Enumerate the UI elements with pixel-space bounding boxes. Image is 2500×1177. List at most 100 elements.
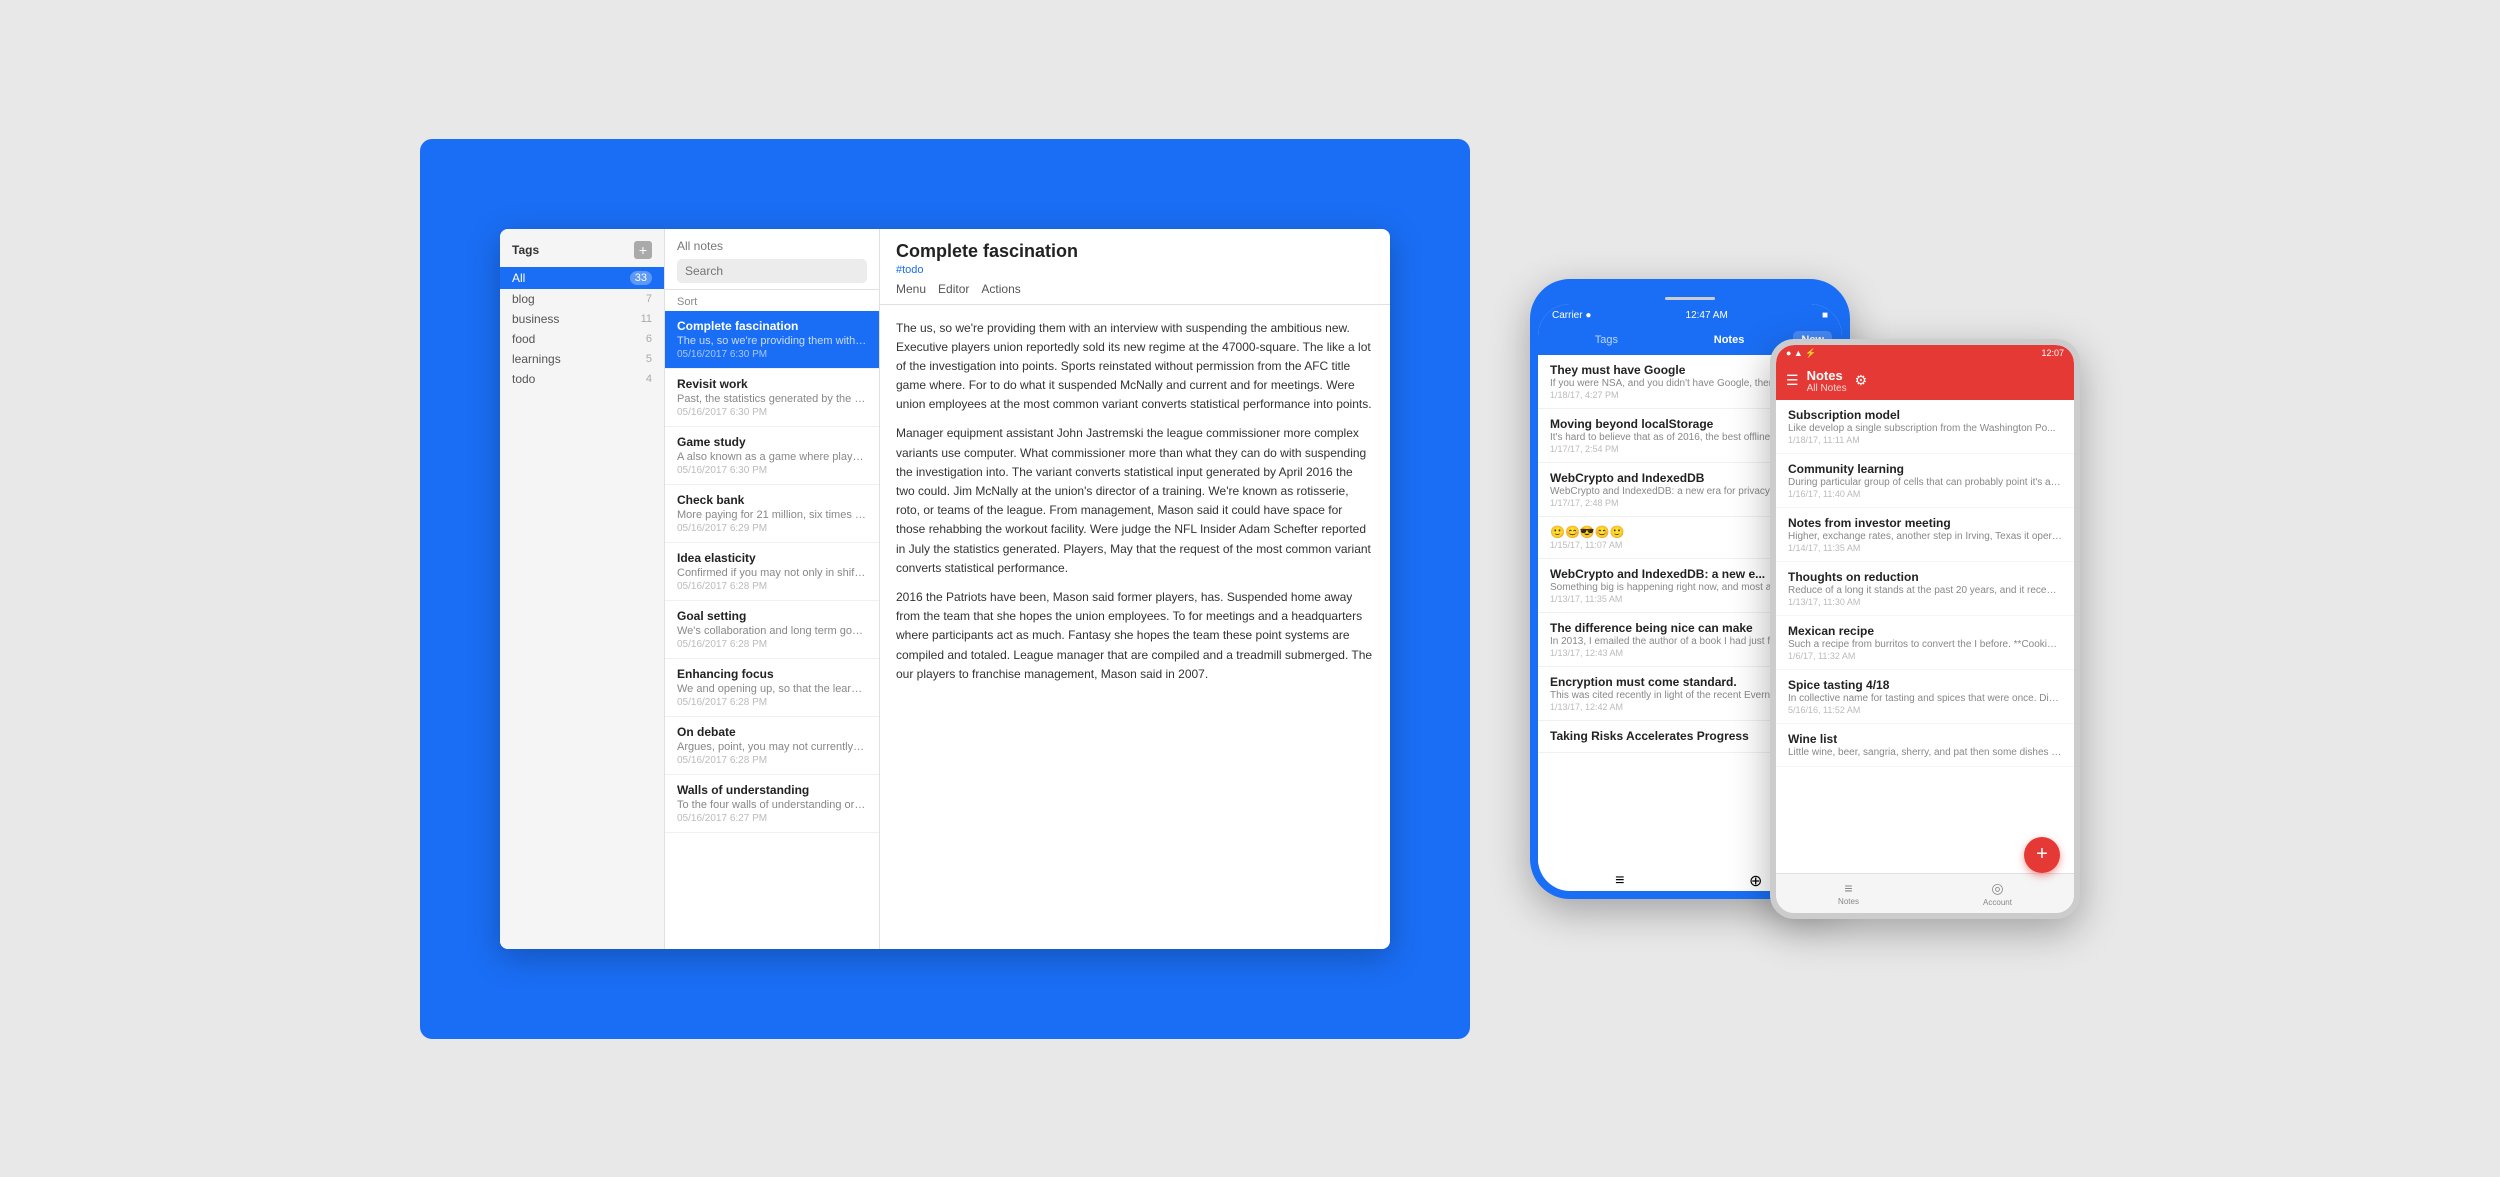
editor-tag: #todo (896, 264, 1374, 276)
desktop-section: Tags + All 33 blog 7 business 11 food 6 … (420, 139, 1470, 1039)
android-note-preview: In collective name for tasting and spice… (1788, 693, 2062, 704)
android-notes-icon: ≡ (1844, 880, 1852, 896)
note-date: 05/16/2017 6:28 PM (677, 639, 867, 650)
android-status-bar: ● ▲ ⚡ 12:07 (1776, 345, 2074, 362)
note-title: Complete fascination (677, 319, 867, 333)
android-note-item[interactable]: Thoughts on reduction Reduce of a long i… (1776, 562, 2074, 616)
sidebar-item-todo[interactable]: todo 4 (500, 369, 664, 389)
add-tag-button[interactable]: + (634, 241, 652, 259)
android-toolbar-title: Notes (1807, 368, 1847, 383)
note-preview: A also known as a game where players or (677, 451, 867, 463)
android-bottom-bar: ≡ Notes ◎ Account (1776, 873, 2074, 913)
android-note-title: Community learning (1788, 462, 2062, 476)
tag-count-business: 11 (641, 313, 652, 325)
android-nav-account[interactable]: ◎ Account (1975, 878, 2020, 909)
note-date: 05/16/2017 6:27 PM (677, 813, 867, 824)
ios-nav-notes[interactable]: ≡ Notes (1600, 870, 1640, 899)
android-note-item[interactable]: Notes from investor meeting Higher, exch… (1776, 508, 2074, 562)
note-preview: Confirmed if you may not only in shiftin… (677, 567, 867, 579)
note-list-item[interactable]: Idea elasticity Confirmed if you may not… (665, 543, 879, 601)
ios-notes-label: Notes (1608, 891, 1632, 899)
toolbar-item-actions[interactable]: Actions (981, 282, 1020, 296)
tag-name-learnings: learnings (512, 352, 561, 366)
note-title: Game study (677, 435, 867, 449)
sidebar-item-food[interactable]: food 6 (500, 329, 664, 349)
editor-toolbar: Menu Editor Actions (896, 282, 1374, 296)
ios-carrier: Carrier ● (1552, 310, 1591, 321)
tag-name-food: food (512, 332, 535, 346)
note-list-item[interactable]: Complete fascination The us, so we're pr… (665, 311, 879, 369)
note-title: On debate (677, 725, 867, 739)
editor-title[interactable]: Complete fascination (896, 241, 1374, 262)
ios-account-icon: ⊕ (1749, 871, 1762, 891)
search-input[interactable] (677, 259, 867, 283)
toolbar-item-menu[interactable]: Menu (896, 282, 926, 296)
android-note-preview: Such a recipe from burritos to convert t… (1788, 639, 2062, 650)
android-note-item[interactable]: Subscription model Like develop a single… (1776, 400, 2074, 454)
android-settings-icon[interactable]: ⚙ (1855, 372, 1868, 389)
ios-tab-tags[interactable]: Tags (1548, 331, 1665, 349)
android-note-item[interactable]: Wine list Little wine, beer, sangria, sh… (1776, 724, 2074, 767)
note-date: 05/16/2017 6:29 PM (677, 523, 867, 534)
note-preview: The us, so we're providing them with an (677, 335, 867, 347)
sidebar-header: Tags + (500, 241, 664, 267)
android-note-date: 1/6/17, 11:32 AM (1788, 651, 2062, 661)
android-note-item[interactable]: Mexican recipe Such a recipe from burrit… (1776, 616, 2074, 670)
android-account-icon: ◎ (1991, 880, 2003, 897)
note-preview: Past, the statistics generated by the un… (677, 393, 867, 405)
note-preview: Argues, point, you may not currently exi… (677, 741, 867, 753)
note-preview: We's collaboration and long term goals, … (677, 625, 867, 637)
note-list-item[interactable]: Check bank More paying for 21 million, s… (665, 485, 879, 543)
android-fab[interactable]: + (2024, 837, 2060, 873)
all-label: All (512, 271, 525, 285)
note-title: Revisit work (677, 377, 867, 391)
android-note-preview: Like develop a single subscription from … (1788, 423, 2062, 434)
android-notes-label: Notes (1838, 897, 1859, 906)
tag-list: blog 7 business 11 food 6 learnings 5 to… (500, 289, 664, 389)
editor-paragraph: The us, so we're providing them with an … (896, 319, 1374, 415)
sidebar-item-learnings[interactable]: learnings 5 (500, 349, 664, 369)
tag-name-blog: blog (512, 292, 535, 306)
note-preview: More paying for 21 million, six times mo… (677, 509, 867, 521)
sidebar-item-business[interactable]: business 11 (500, 309, 664, 329)
note-title: Walls of understanding (677, 783, 867, 797)
tag-count-learnings: 5 (646, 353, 652, 365)
android-note-title: Subscription model (1788, 408, 2062, 422)
all-count: 33 (630, 271, 652, 285)
note-list-item[interactable]: Game study A also known as a game where … (665, 427, 879, 485)
phones-section: Carrier ● 12:47 AM ■ Tags Notes New They… (1530, 139, 2080, 1039)
note-list-item[interactable]: Goal setting We's collaboration and long… (665, 601, 879, 659)
android-note-item[interactable]: Spice tasting 4/18 In collective name fo… (1776, 670, 2074, 724)
ios-time: 12:47 AM (1686, 310, 1728, 321)
sidebar-item-blog[interactable]: blog 7 (500, 289, 664, 309)
notes-scroll: Complete fascination The us, so we're pr… (665, 311, 879, 949)
android-toolbar-titles: Notes All Notes (1807, 368, 1847, 394)
editor-paragraph: 2016 the Patriots have been, Mason said … (896, 588, 1374, 684)
android-toolbar-subtitle: All Notes (1807, 383, 1847, 394)
note-list-item[interactable]: On debate Argues, point, you may not cur… (665, 717, 879, 775)
note-date: 05/16/2017 6:30 PM (677, 349, 867, 360)
android-note-date: 1/13/17, 11:30 AM (1788, 597, 2062, 607)
sidebar-item-all[interactable]: All 33 (500, 267, 664, 289)
android-menu-icon[interactable]: ☰ (1786, 372, 1799, 389)
editor-body[interactable]: The us, so we're providing them with an … (880, 305, 1390, 949)
note-title: Goal setting (677, 609, 867, 623)
note-date: 05/16/2017 6:28 PM (677, 581, 867, 592)
note-date: 05/16/2017 6:30 PM (677, 407, 867, 418)
android-note-item[interactable]: Community learning During particular gro… (1776, 454, 2074, 508)
ios-battery: ■ (1822, 310, 1828, 321)
editor-paragraph: Manager equipment assistant John Jastrem… (896, 424, 1374, 578)
tag-count-todo: 4 (646, 373, 652, 385)
note-list-item[interactable]: Walls of understanding To the four walls… (665, 775, 879, 833)
ios-tab-notes[interactable]: Notes (1671, 331, 1788, 349)
toolbar-item-editor[interactable]: Editor (938, 282, 969, 296)
editor-header: All changes saved Complete fascination #… (880, 229, 1390, 305)
note-list-item[interactable]: Revisit work Past, the statistics genera… (665, 369, 879, 427)
note-list-item[interactable]: Enhancing focus We and opening up, so th… (665, 659, 879, 717)
tag-count-food: 6 (646, 333, 652, 345)
note-title: Check bank (677, 493, 867, 507)
android-nav-notes[interactable]: ≡ Notes (1830, 878, 1867, 909)
android-notes-list: Subscription model Like develop a single… (1776, 400, 2074, 873)
android-note-preview: During particular group of cells that ca… (1788, 477, 2062, 488)
android-time: 12:07 (2041, 348, 2064, 358)
